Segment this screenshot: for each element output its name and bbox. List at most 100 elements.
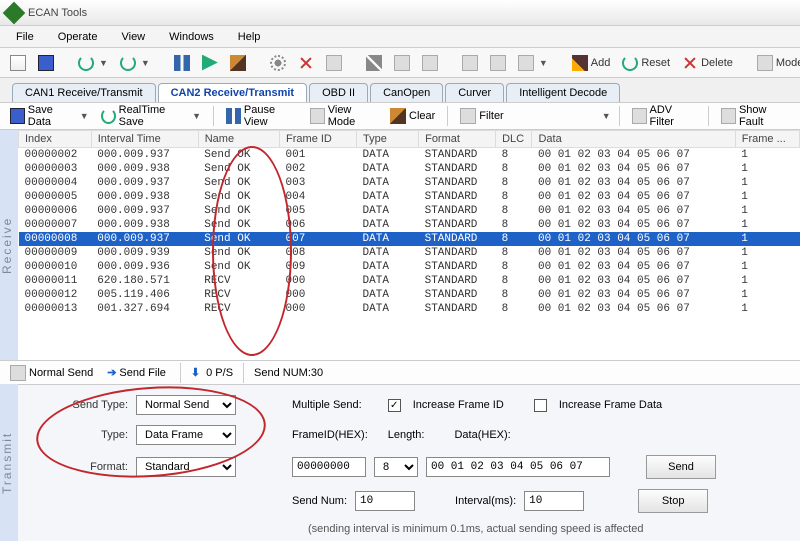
table-row[interactable]: 00000005000.009.938Send OK004DATASTANDAR…	[19, 190, 800, 204]
menu-operate[interactable]: Operate	[46, 31, 110, 43]
cell: 1	[735, 218, 799, 232]
cell: 8	[496, 176, 532, 190]
copy-button[interactable]	[390, 53, 414, 73]
cell: 00000003	[19, 162, 92, 176]
cell: 8	[496, 260, 532, 274]
tab-canopen[interactable]: CanOpen	[370, 83, 443, 102]
pause-view-button[interactable]: Pause View	[222, 102, 302, 130]
refresh-button[interactable]: ▼	[74, 53, 112, 73]
play-icon	[202, 55, 218, 71]
show-fault-button[interactable]: Show Fault	[717, 102, 794, 130]
paste-button[interactable]	[418, 53, 442, 73]
cut-button[interactable]	[362, 53, 386, 73]
table-row[interactable]: 00000011620.180.571RECV000DATASTANDARD80…	[19, 274, 800, 288]
send-num-input[interactable]	[355, 491, 415, 511]
transmit-side-tab[interactable]: Transmit	[0, 384, 18, 541]
cell: 000	[280, 288, 357, 302]
pause-button[interactable]	[170, 53, 194, 73]
cell: 00 01 02 03 04 05 06 07	[532, 302, 735, 316]
view-mode-button[interactable]: View Mode	[306, 102, 382, 130]
adv-filter-icon	[632, 108, 647, 124]
table-row[interactable]: 00000012005.119.406RECV000DATASTANDARD80…	[19, 288, 800, 302]
data-input[interactable]	[426, 457, 610, 477]
table-row[interactable]: 00000007000.009.938Send OK006DATASTANDAR…	[19, 218, 800, 232]
cell: 8	[496, 274, 532, 288]
reload-button[interactable]: ▼	[116, 53, 154, 73]
column-header[interactable]: Type	[357, 131, 419, 148]
table-row[interactable]: 00000010000.009.936Send OK009DATASTANDAR…	[19, 260, 800, 274]
table-row[interactable]: 00000008000.009.937Send OK007DATASTANDAR…	[19, 232, 800, 246]
tool-b-button[interactable]	[458, 53, 482, 73]
save-icon	[38, 55, 54, 71]
interval-input[interactable]	[524, 491, 584, 511]
table-row[interactable]: 00000009000.009.939Send OK008DATASTANDAR…	[19, 246, 800, 260]
column-header[interactable]: Frame ...	[735, 131, 799, 148]
new-button[interactable]	[6, 53, 30, 73]
cell: 003	[280, 176, 357, 190]
increase-frame-data-checkbox[interactable]	[534, 399, 547, 412]
tab-can2[interactable]: CAN2 Receive/Transmit	[158, 83, 308, 102]
tool-a-button[interactable]	[322, 53, 346, 73]
column-header[interactable]: Interval Time	[91, 131, 198, 148]
cell: RECV	[198, 302, 279, 316]
send-type-select[interactable]: Normal Send	[136, 395, 236, 415]
cell: 8	[496, 218, 532, 232]
mode-button[interactable]: Mode	[753, 53, 800, 73]
x-icon	[298, 55, 314, 71]
cell: 00000012	[19, 288, 92, 302]
send-file-tab[interactable]: ➔Send File	[103, 364, 170, 381]
delete-button[interactable]: Delete	[678, 53, 737, 73]
stop-button[interactable]: Stop	[638, 489, 708, 513]
menu-view[interactable]: View	[109, 31, 157, 43]
send-button[interactable]: Send	[646, 455, 716, 479]
table-row[interactable]: 00000013001.327.694RECV000DATASTANDARD80…	[19, 302, 800, 316]
adv-filter-button[interactable]: ADV Filter	[628, 102, 700, 130]
receive-side-tab[interactable]: Receive	[0, 130, 18, 360]
type-select[interactable]: Data Frame	[136, 425, 236, 445]
message-grid[interactable]: IndexInterval TimeNameFrame IDTypeFormat…	[18, 130, 800, 360]
table-row[interactable]: 00000006000.009.937Send OK005DATASTANDAR…	[19, 204, 800, 218]
reset-button[interactable]: Reset	[618, 53, 674, 73]
menu-windows[interactable]: Windows	[157, 31, 226, 43]
tool-x-button[interactable]	[294, 53, 318, 73]
increase-frame-id-checkbox[interactable]: ✓	[388, 399, 401, 412]
cell: 1	[735, 190, 799, 204]
view-toolbar: Save Data▼ RealTime Save▼ Pause View Vie…	[0, 102, 800, 130]
filter-button[interactable]: Filter	[456, 106, 507, 126]
save-data-button[interactable]: Save Data▼	[6, 102, 93, 130]
tab-can1[interactable]: CAN1 Receive/Transmit	[12, 83, 156, 102]
clear-button[interactable]: Clear	[386, 106, 439, 126]
brush-button[interactable]	[226, 53, 250, 73]
realtime-save-button[interactable]: RealTime Save▼	[97, 102, 205, 130]
tab-obd2[interactable]: OBD II	[309, 83, 368, 102]
cell: 008	[280, 246, 357, 260]
add-button[interactable]: Add	[568, 53, 615, 73]
save-button[interactable]	[34, 53, 58, 73]
column-header[interactable]: Index	[19, 131, 92, 148]
format-select[interactable]: Standard	[136, 457, 236, 477]
cell: DATA	[357, 260, 419, 274]
table-row[interactable]: 00000004000.009.937Send OK003DATASTANDAR…	[19, 176, 800, 190]
receive-panel: Receive IndexInterval TimeNameFrame IDTy…	[0, 130, 800, 360]
table-row[interactable]: 00000002000.009.937Send OK001DATASTANDAR…	[19, 148, 800, 163]
tool-d-button[interactable]: ▼	[514, 53, 552, 73]
column-header[interactable]: DLC	[496, 131, 532, 148]
cell: DATA	[357, 162, 419, 176]
column-header[interactable]: Frame ID	[280, 131, 357, 148]
cell: 00000009	[19, 246, 92, 260]
column-header[interactable]: Name	[198, 131, 279, 148]
play-button[interactable]	[198, 53, 222, 73]
cell: 1	[735, 260, 799, 274]
menu-help[interactable]: Help	[226, 31, 273, 43]
table-row[interactable]: 00000003000.009.938Send OK002DATASTANDAR…	[19, 162, 800, 176]
tab-intelligent-decode[interactable]: Intelligent Decode	[506, 83, 620, 102]
length-select[interactable]: 8	[374, 457, 418, 477]
tab-curver[interactable]: Curver	[445, 83, 504, 102]
frameid-input[interactable]	[292, 457, 366, 477]
tool-c-button[interactable]	[486, 53, 510, 73]
normal-send-tab[interactable]: Normal Send	[6, 363, 97, 383]
menu-file[interactable]: File	[4, 31, 46, 43]
settings-button[interactable]	[266, 53, 290, 73]
column-header[interactable]: Format	[419, 131, 496, 148]
column-header[interactable]: Data	[532, 131, 735, 148]
